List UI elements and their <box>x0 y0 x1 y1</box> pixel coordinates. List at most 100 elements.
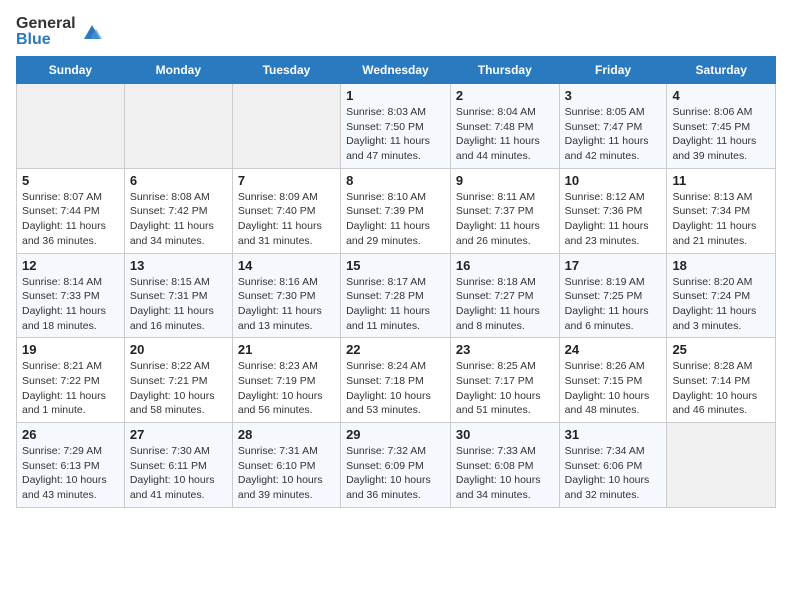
day-number: 22 <box>346 342 445 357</box>
weekday-header-thursday: Thursday <box>450 57 559 84</box>
day-info: Sunrise: 7:31 AMSunset: 6:10 PMDaylight:… <box>238 444 335 503</box>
day-info: Sunrise: 8:22 AMSunset: 7:21 PMDaylight:… <box>130 359 227 418</box>
day-number: 30 <box>456 427 554 442</box>
day-number: 27 <box>130 427 227 442</box>
day-info: Sunrise: 8:14 AMSunset: 7:33 PMDaylight:… <box>22 275 119 334</box>
calendar-cell: 7 Sunrise: 8:09 AMSunset: 7:40 PMDaylight… <box>232 168 340 253</box>
calendar-cell: 14Sunrise: 8:16 AMSunset: 7:30 PMDayligh… <box>232 253 340 338</box>
calendar-cell: 20 Sunrise: 8:22 AMSunset: 7:21 PMDayligh… <box>124 338 232 423</box>
day-number: 8 <box>346 173 445 188</box>
calendar-cell: 4 Sunrise: 8:06 AMSunset: 7:45 PMDaylight… <box>667 84 776 169</box>
calendar-cell: 17 Sunrise: 8:19 AMSunset: 7:25 PMDayligh… <box>559 253 667 338</box>
day-number: 26 <box>22 427 119 442</box>
day-number: 2 <box>456 88 554 103</box>
logo-icon <box>78 21 104 43</box>
logo-blue: Blue <box>16 32 76 48</box>
calendar-cell <box>232 84 340 169</box>
day-info: Sunrise: 8:06 AMSunset: 7:45 PMDaylight:… <box>672 105 770 164</box>
day-number: 13 <box>130 258 227 273</box>
day-number: 29 <box>346 427 445 442</box>
day-number: 24 <box>565 342 662 357</box>
weekday-header-saturday: Saturday <box>667 57 776 84</box>
calendar-cell: 5 Sunrise: 8:07 AMSunset: 7:44 PMDaylight… <box>17 168 125 253</box>
calendar-cell: 22 Sunrise: 8:24 AMSunset: 7:18 PMDayligh… <box>341 338 451 423</box>
weekday-header-friday: Friday <box>559 57 667 84</box>
calendar-cell: 13 Sunrise: 8:15 AMSunset: 7:31 PMDayligh… <box>124 253 232 338</box>
day-number: 14 <box>238 258 335 273</box>
calendar-cell: 19Sunrise: 8:21 AMSunset: 7:22 PMDayligh… <box>17 338 125 423</box>
day-number: 3 <box>565 88 662 103</box>
day-number: 7 <box>238 173 335 188</box>
day-number: 28 <box>238 427 335 442</box>
day-info: Sunrise: 8:23 AMSunset: 7:19 PMDaylight:… <box>238 359 335 418</box>
calendar-cell: 8Sunrise: 8:10 AMSunset: 7:39 PMDaylight… <box>341 168 451 253</box>
day-info: Sunrise: 8:04 AMSunset: 7:48 PMDaylight:… <box>456 105 554 164</box>
day-info: Sunrise: 8:24 AMSunset: 7:18 PMDaylight:… <box>346 359 445 418</box>
day-info: Sunrise: 8:21 AMSunset: 7:22 PMDaylight:… <box>22 359 119 418</box>
calendar-cell: 21 Sunrise: 8:23 AMSunset: 7:19 PMDayligh… <box>232 338 340 423</box>
calendar-cell: 29 Sunrise: 7:32 AMSunset: 6:09 PMDayligh… <box>341 423 451 508</box>
day-number: 4 <box>672 88 770 103</box>
weekday-header-tuesday: Tuesday <box>232 57 340 84</box>
day-info: Sunrise: 7:32 AMSunset: 6:09 PMDaylight:… <box>346 444 445 503</box>
day-info: Sunrise: 8:17 AMSunset: 7:28 PMDaylight:… <box>346 275 445 334</box>
page-header: General Blue <box>16 16 776 48</box>
calendar-cell: 2 Sunrise: 8:04 AMSunset: 7:48 PMDaylight… <box>450 84 559 169</box>
calendar-cell: 16 Sunrise: 8:18 AMSunset: 7:27 PMDayligh… <box>450 253 559 338</box>
calendar-cell: 26 Sunrise: 7:29 AMSunset: 6:13 PMDayligh… <box>17 423 125 508</box>
day-info: Sunrise: 8:20 AMSunset: 7:24 PMDaylight:… <box>672 275 770 334</box>
day-number: 21 <box>238 342 335 357</box>
weekday-header-sunday: Sunday <box>17 57 125 84</box>
day-info: Sunrise: 8:07 AMSunset: 7:44 PMDaylight:… <box>22 190 119 249</box>
day-number: 15 <box>346 258 445 273</box>
day-info: Sunrise: 8:05 AMSunset: 7:47 PMDaylight:… <box>565 105 662 164</box>
day-number: 5 <box>22 173 119 188</box>
calendar-cell <box>667 423 776 508</box>
day-info: Sunrise: 8:13 AMSunset: 7:34 PMDaylight:… <box>672 190 770 249</box>
calendar-cell: 25Sunrise: 8:28 AMSunset: 7:14 PMDayligh… <box>667 338 776 423</box>
calendar-cell: 23 Sunrise: 8:25 AMSunset: 7:17 PMDayligh… <box>450 338 559 423</box>
day-info: Sunrise: 8:03 AMSunset: 7:50 PMDaylight:… <box>346 105 445 164</box>
calendar-cell: 15 Sunrise: 8:17 AMSunset: 7:28 PMDayligh… <box>341 253 451 338</box>
day-info: Sunrise: 7:33 AMSunset: 6:08 PMDaylight:… <box>456 444 554 503</box>
calendar-cell: 10 Sunrise: 8:12 AMSunset: 7:36 PMDayligh… <box>559 168 667 253</box>
day-number: 9 <box>456 173 554 188</box>
day-info: Sunrise: 8:26 AMSunset: 7:15 PMDaylight:… <box>565 359 662 418</box>
calendar-cell: 1 Sunrise: 8:03 AMSunset: 7:50 PMDaylight… <box>341 84 451 169</box>
calendar-cell: 18 Sunrise: 8:20 AMSunset: 7:24 PMDayligh… <box>667 253 776 338</box>
day-info: Sunrise: 7:29 AMSunset: 6:13 PMDaylight:… <box>22 444 119 503</box>
calendar-cell: 11 Sunrise: 8:13 AMSunset: 7:34 PMDayligh… <box>667 168 776 253</box>
day-number: 18 <box>672 258 770 273</box>
calendar-cell: 31Sunrise: 7:34 AMSunset: 6:06 PMDayligh… <box>559 423 667 508</box>
calendar-cell: 30 Sunrise: 7:33 AMSunset: 6:08 PMDayligh… <box>450 423 559 508</box>
day-number: 6 <box>130 173 227 188</box>
calendar-cell <box>17 84 125 169</box>
calendar-cell: 28 Sunrise: 7:31 AMSunset: 6:10 PMDayligh… <box>232 423 340 508</box>
day-number: 23 <box>456 342 554 357</box>
day-info: Sunrise: 8:18 AMSunset: 7:27 PMDaylight:… <box>456 275 554 334</box>
weekday-header-monday: Monday <box>124 57 232 84</box>
calendar-cell: 9 Sunrise: 8:11 AMSunset: 7:37 PMDaylight… <box>450 168 559 253</box>
day-info: Sunrise: 8:09 AMSunset: 7:40 PMDaylight:… <box>238 190 335 249</box>
calendar-cell: 3 Sunrise: 8:05 AMSunset: 7:47 PMDaylight… <box>559 84 667 169</box>
calendar-cell: 24 Sunrise: 8:26 AMSunset: 7:15 PMDayligh… <box>559 338 667 423</box>
day-number: 11 <box>672 173 770 188</box>
day-info: Sunrise: 8:12 AMSunset: 7:36 PMDaylight:… <box>565 190 662 249</box>
calendar-table: SundayMondayTuesdayWednesdayThursdayFrid… <box>16 56 776 508</box>
calendar-cell: 27Sunrise: 7:30 AMSunset: 6:11 PMDayligh… <box>124 423 232 508</box>
day-info: Sunrise: 8:11 AMSunset: 7:37 PMDaylight:… <box>456 190 554 249</box>
day-number: 10 <box>565 173 662 188</box>
day-info: Sunrise: 8:25 AMSunset: 7:17 PMDaylight:… <box>456 359 554 418</box>
day-number: 20 <box>130 342 227 357</box>
day-number: 17 <box>565 258 662 273</box>
day-number: 1 <box>346 88 445 103</box>
day-info: Sunrise: 8:19 AMSunset: 7:25 PMDaylight:… <box>565 275 662 334</box>
day-info: Sunrise: 8:15 AMSunset: 7:31 PMDaylight:… <box>130 275 227 334</box>
calendar-cell: 6Sunrise: 8:08 AMSunset: 7:42 PMDaylight… <box>124 168 232 253</box>
day-number: 31 <box>565 427 662 442</box>
calendar-cell: 12 Sunrise: 8:14 AMSunset: 7:33 PMDayligh… <box>17 253 125 338</box>
weekday-header-wednesday: Wednesday <box>341 57 451 84</box>
calendar-cell <box>124 84 232 169</box>
day-number: 12 <box>22 258 119 273</box>
day-number: 16 <box>456 258 554 273</box>
